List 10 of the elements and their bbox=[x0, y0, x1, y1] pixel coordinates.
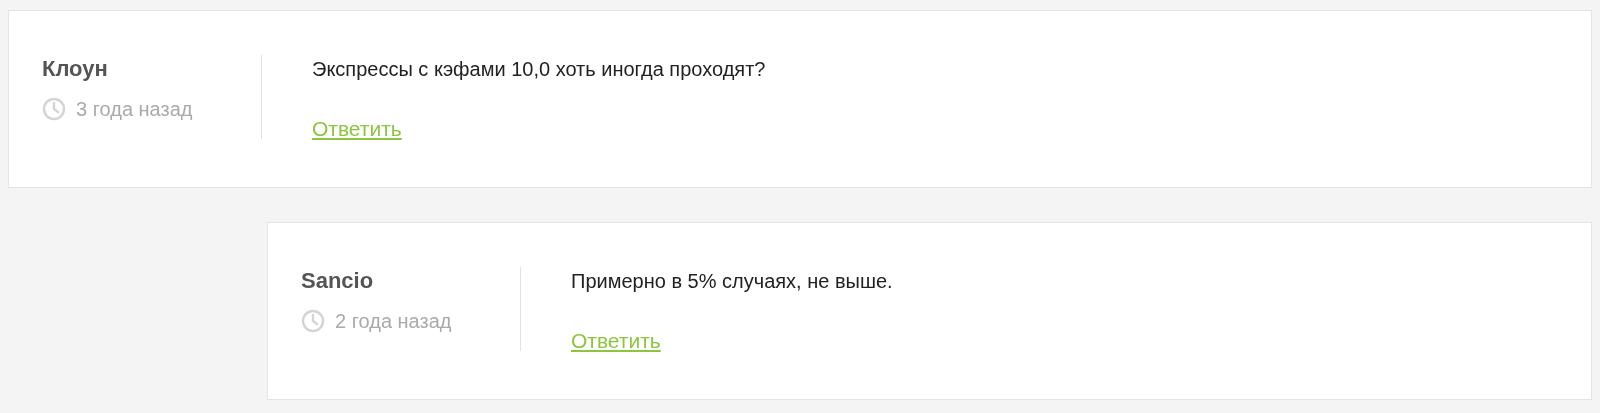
comment-text: Примерно в 5% случаях, не выше. bbox=[571, 269, 893, 294]
clock-icon bbox=[42, 97, 66, 121]
comment-text: Экспрессы с кэфами 10,0 хоть иногда проходят? bbox=[312, 57, 766, 82]
comment-author: Sancio bbox=[301, 267, 375, 295]
reply-link[interactable]: Ответить bbox=[312, 117, 402, 141]
comment-time: 3 года назад bbox=[76, 97, 193, 121]
clock-icon bbox=[301, 309, 325, 333]
comment-author: Клоун bbox=[42, 55, 109, 83]
reply-link[interactable]: Ответить bbox=[571, 329, 661, 353]
comment-time: 2 года назад bbox=[335, 309, 452, 333]
